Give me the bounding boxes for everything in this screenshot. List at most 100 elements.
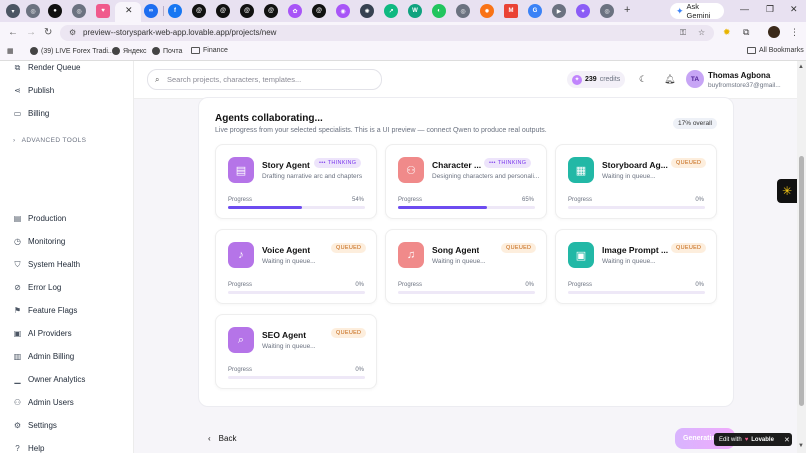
app-icon[interactable]: ↗ [384,4,398,18]
tab-list-icon[interactable]: ▾ [6,4,20,18]
app-icon[interactable]: ◎ [456,4,470,18]
app-icon[interactable]: ▶ [552,4,566,18]
app-icon[interactable]: ✦ [576,4,590,18]
bookmark-finance[interactable]: Finance [191,47,228,54]
threads-icon[interactable]: @ [240,4,254,18]
threads-icon[interactable]: @ [216,4,230,18]
sidebar-item-billing[interactable]: ▭ Billing [13,109,50,118]
threads-icon[interactable]: @ [312,4,326,18]
chatgpt-icon[interactable]: W [408,4,422,18]
close-icon[interactable]: ✕ [784,436,790,444]
agent-card: ▤ Story Agent ••• THINKING Drafting narrativ… [215,144,377,219]
new-tab-icon[interactable]: + [624,4,630,16]
extension-icon[interactable]: ✹ [723,27,731,38]
progress-value: 0% [355,367,364,373]
agent-name: Image Prompt ... [602,245,669,255]
sidebar-item-label: Monitoring [28,237,66,246]
scroll-down-icon[interactable]: ▼ [798,443,804,449]
url-text[interactable]: preview--storyspark-web-app.lovable.app/… [83,28,276,37]
ai-icon[interactable]: ✿ [288,4,302,18]
sidebar: ⧉ Render Queue ⋖ Publish ▭ Billing › ADV… [0,61,134,453]
app-icon[interactable]: ✹ [480,4,494,18]
threads-icon[interactable]: @ [264,4,278,18]
progress-value: 0% [695,197,704,203]
sidebar-item-render-queue[interactable]: ⧉ Render Queue [13,63,81,73]
bookmark-yandex[interactable]: Яндекс [112,47,147,55]
back-arrow-icon[interactable]: ← [8,27,18,38]
sparkle-icon: ✦ [572,74,582,85]
scroll-up-icon[interactable]: ▲ [798,64,804,70]
back-button[interactable]: ‹ Back [208,434,236,443]
agent-name: Story Agent [262,160,310,170]
site-info-icon[interactable]: ⚙ [69,28,76,37]
close-icon[interactable]: ✕ [125,5,133,16]
app-icon[interactable]: ◐ [432,4,446,18]
gmail-icon[interactable]: M [504,4,518,18]
sidebar-item-monitoring[interactable]: ◷ Monitoring [13,237,65,246]
server-icon: ▤ [13,214,22,223]
chrome-icon[interactable]: ◎ [600,4,614,18]
status-badge: ••• THINKING [484,158,532,168]
bell-icon[interactable]: 🔔︎ [664,74,675,85]
ai-icon[interactable]: ◉ [336,4,350,18]
bookmark-pochta[interactable]: Почта [152,47,182,55]
meta-icon[interactable]: ∞ [144,4,158,18]
bookmark-forex[interactable]: (39) LIVE Forex Tradi... [30,47,114,55]
agent-description: Waiting in queue... [262,343,316,350]
sidebar-item-owner-analytics[interactable]: ▁ Owner Analytics [13,375,85,384]
moon-icon[interactable]: ☾ [639,74,647,85]
bookmark-star-icon[interactable]: ☆ [698,28,705,37]
credits-badge[interactable]: ✦ 239 credits [567,71,625,88]
browser-menu-icon[interactable]: ⋮ [790,27,799,38]
github-icon[interactable]: ● [48,4,62,18]
edit-with-lovable-badge[interactable]: Edit with ♥ Lovable ✕ [714,433,792,446]
chrome-icon[interactable]: ◎ [26,4,40,18]
scrollbar[interactable]: ▲ ▼ [797,61,806,453]
password-key-icon[interactable]: ⚿ [680,28,686,38]
app-icon[interactable]: G [528,4,542,18]
openai-icon[interactable]: ✺ [360,4,374,18]
sidebar-item-ai-providers[interactable]: ▣ AI Providers [13,329,72,338]
status-badge: QUEUED [671,158,707,168]
sidebar-item-feature-flags[interactable]: ⚑ Feature Flags [13,306,77,315]
sidebar-item-settings[interactable]: ⚙ Settings [13,421,57,430]
sidebar-item-admin-billing[interactable]: ▥ Admin Billing [13,352,75,361]
chrome-icon[interactable]: ◎ [72,4,86,18]
sidebar-item-admin-users[interactable]: ⚇ Admin Users [13,398,74,407]
sidebar-item-system-health[interactable]: ⛉ System Health [13,260,81,270]
all-bookmarks[interactable]: All Bookmarks [747,47,804,54]
progress-value: 54% [351,197,364,203]
sidebar-item-publish[interactable]: ⋖ Publish [13,86,54,95]
agent-description: Waiting in queue... [602,173,656,180]
panel-title: Agents collaborating... [215,113,323,124]
extensions-puzzle-icon[interactable]: ⧉ [743,27,749,38]
avatar[interactable]: TA [686,70,704,88]
forward-arrow-icon[interactable]: → [26,27,36,38]
profile-avatar-icon[interactable] [768,26,780,38]
agent-name: Voice Agent [262,245,311,255]
image-icon: ▣ [568,242,594,268]
address-bar[interactable]: ⚙ preview--storyspark-web-app.lovable.ap… [60,25,714,41]
sidebar-item-label: AI Providers [28,329,72,338]
sidebar-item-help[interactable]: ? Help [13,444,44,453]
minimize-icon[interactable]: — [740,4,749,14]
floating-widget-icon[interactable]: ✳ [777,179,797,203]
search-box[interactable]: ⌕ [147,69,382,90]
window-close-icon[interactable]: ✕ [790,4,798,15]
facebook-icon[interactable]: f [168,4,182,18]
agent-name: Storyboard Ag... [602,160,668,170]
sidebar-item-error-log[interactable]: ⊘ Error Log [13,283,61,292]
scrollbar-thumb[interactable] [799,156,804,406]
user-name[interactable]: Thomas Agbona [708,71,770,80]
search-input[interactable] [167,72,377,87]
threads-icon[interactable]: @ [192,4,206,18]
apps-grid-icon[interactable]: ▦ [7,47,14,55]
sidebar-item-production[interactable]: ▤ Production [13,214,67,223]
lovable-icon[interactable]: ♥ [96,4,110,18]
progress-label: Progress [398,197,423,203]
advanced-tools-toggle[interactable]: › ADVANCED TOOLS [13,137,86,144]
maximize-icon[interactable]: ❐ [766,4,774,15]
status-label: QUEUED [336,330,362,336]
ask-gemini-button[interactable]: ✦ Ask Gemini [670,2,724,20]
reload-icon[interactable]: ↻ [44,27,52,38]
